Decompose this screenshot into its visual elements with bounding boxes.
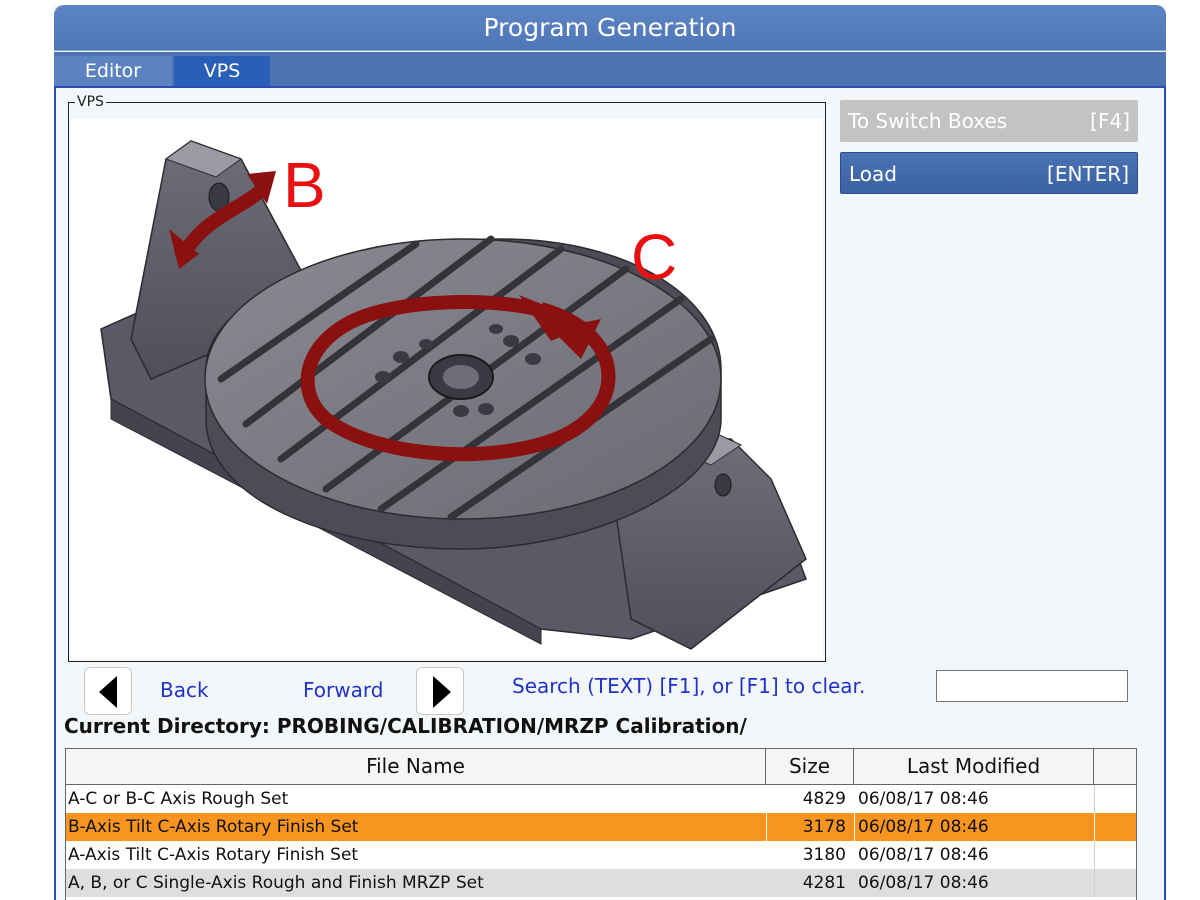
vps-content-panel: VPS B C To Switch Boxes [F4] Load [ENTER… [54, 86, 1166, 900]
forward-link[interactable]: Forward [303, 678, 383, 702]
file-modified-cell: 06/08/17 08:46 [858, 873, 989, 893]
tab-bar: Editor VPS [54, 52, 1166, 86]
file-size-cell: 3180 [802, 845, 846, 865]
load-key: [ENTER] [1047, 162, 1129, 186]
table-row-selected[interactable]: B-Axis Tilt C-Axis Rotary Finish Set 317… [66, 813, 1136, 841]
file-name-cell: A-C or B-C Axis Rough Set [68, 789, 289, 809]
file-name-cell: A-Axis Tilt C-Axis Rotary Finish Set [68, 845, 359, 865]
column-header-size[interactable]: Size [766, 749, 854, 785]
search-hint: Search (TEXT) [F1], or [F1] to clear. [512, 674, 866, 698]
back-link[interactable]: Back [160, 678, 209, 702]
load-button[interactable]: Load [ENTER] [840, 152, 1138, 194]
cell-divider [854, 813, 855, 841]
right-triangle-icon [433, 676, 451, 708]
column-header-extra [1094, 749, 1137, 785]
file-size-cell: 4829 [802, 789, 846, 809]
vps-group-legend: VPS [75, 94, 106, 110]
table-row[interactable]: A-Axis Tilt C-Axis Rotary Finish Set 318… [66, 841, 1136, 869]
axis-label-b: B [283, 149, 326, 221]
extra-cell [1094, 841, 1095, 869]
file-modified-cell: 06/08/17 08:46 [858, 817, 989, 837]
center-bore-inner [443, 365, 479, 389]
table-row[interactable]: A, B, or C Single-Axis Rough and Finish … [66, 869, 1136, 897]
vps-preview-group: VPS B C [68, 94, 826, 662]
file-name-cell: B-Axis Tilt C-Axis Rotary Finish Set [68, 817, 359, 837]
extra-cell [1094, 869, 1095, 897]
file-modified-cell: 06/08/17 08:46 [858, 789, 989, 809]
load-label: Load [849, 162, 897, 186]
switch-boxes-label: To Switch Boxes [848, 109, 1008, 133]
switch-boxes-button[interactable]: To Switch Boxes [F4] [840, 100, 1138, 142]
current-directory: Current Directory: PROBING/CALIBRATION/M… [64, 714, 747, 738]
left-triangle-icon [99, 676, 117, 708]
extra-cell [1094, 813, 1095, 841]
axis-label-c: C [631, 221, 677, 293]
trunnion-illustration-svg: B C [100, 140, 807, 650]
tab-vps[interactable]: VPS [174, 56, 270, 86]
file-modified-cell: 06/08/17 08:46 [858, 845, 989, 865]
tab-editor[interactable]: Editor [54, 56, 172, 86]
column-header-file-name[interactable]: File Name [66, 749, 766, 785]
forward-arrow-button[interactable] [416, 667, 464, 715]
file-name-cell: A, B, or C Single-Axis Rough and Finish … [68, 873, 484, 893]
right-trunnion-hole [714, 473, 732, 497]
file-size-cell: 3178 [802, 817, 846, 837]
table-row[interactable]: A-C or B-C Axis Rough Set 4829 06/08/17 … [66, 785, 1136, 813]
extra-cell [1094, 785, 1095, 813]
file-size-cell: 4281 [802, 873, 846, 893]
column-header-last-modified[interactable]: Last Modified [854, 749, 1094, 785]
file-table: File Name Size Last Modified A-C or B-C … [65, 748, 1137, 900]
search-input[interactable] [936, 670, 1128, 702]
program-generation-window: Program Generation Editor VPS VPS B C To… [54, 5, 1166, 900]
back-arrow-button[interactable] [84, 667, 132, 715]
window-title: Program Generation [54, 5, 1166, 51]
trunnion-rotary-table-illustration: B C [71, 119, 823, 659]
switch-boxes-key: [F4] [1090, 109, 1130, 133]
